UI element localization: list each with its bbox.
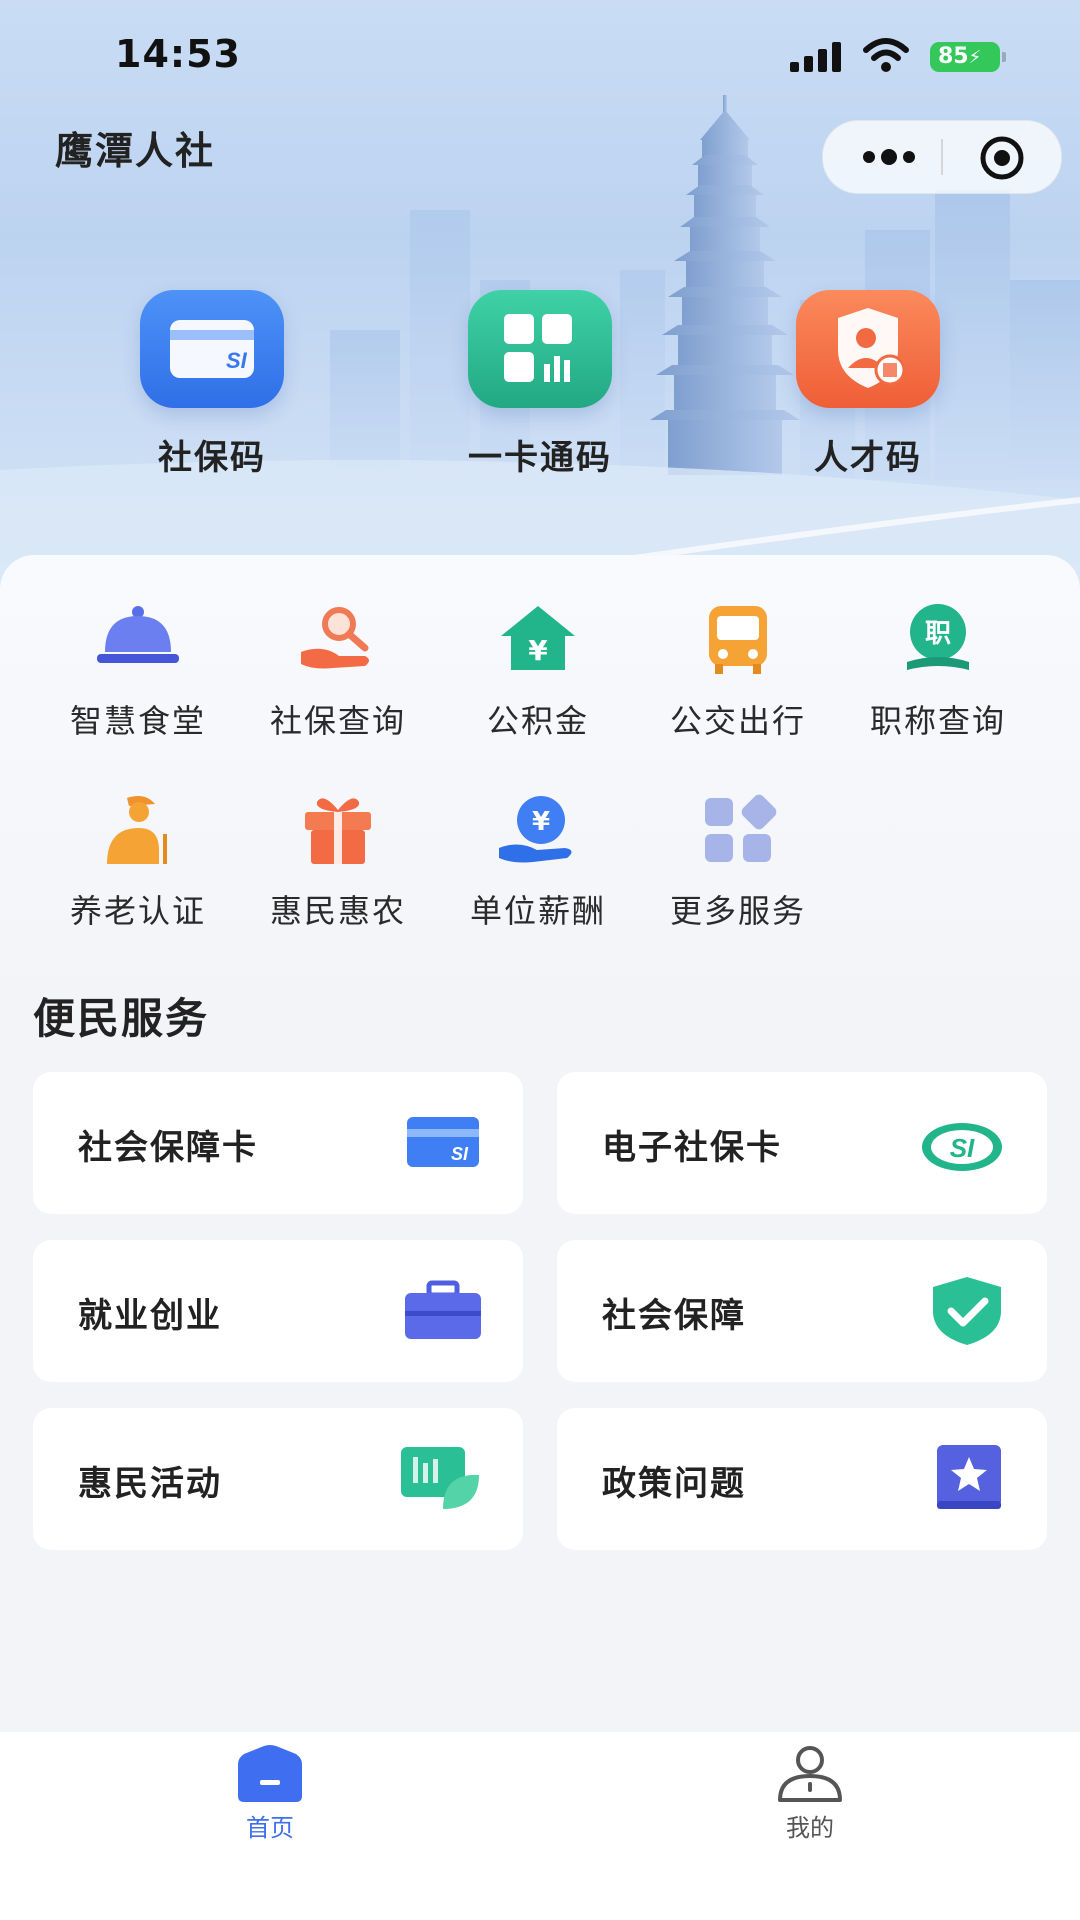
social-security-code-button[interactable]: SI 社保码 (92, 290, 332, 479)
app-title: 鹰潭人社 (55, 129, 216, 173)
si-logo-icon: SI (922, 1123, 1002, 1171)
talent-code-button[interactable]: 人才码 (748, 290, 988, 479)
code-label: 社保码 (158, 438, 266, 478)
electronic-social-security-card-button[interactable]: 电子社保卡 SI (557, 1072, 1047, 1214)
svg-text:¥: ¥ (532, 807, 550, 837)
service-label: 惠民惠农 (269, 892, 406, 930)
house-yuan-icon: ¥ (501, 606, 575, 670)
capsule-divider (941, 139, 943, 175)
svg-text:SI: SI (226, 348, 248, 373)
service-label: 社保查询 (269, 702, 406, 740)
tab-label: 我的 (786, 1814, 834, 1842)
bus-travel-button[interactable]: 公交出行 (638, 600, 838, 742)
leaf-chart-icon (401, 1447, 479, 1509)
svg-text:SI: SI (950, 1133, 975, 1163)
title-badge-icon: 职 (907, 604, 969, 670)
card-label: 惠民活动 (78, 1464, 222, 1504)
elderly-person-icon (107, 796, 167, 864)
service-label: 养老认证 (69, 892, 206, 930)
food-cloche-icon (97, 606, 179, 663)
employment-entrepreneurship-button[interactable]: 就业创业 (33, 1240, 523, 1382)
social-security-query-button[interactable]: 社保查询 (238, 600, 438, 742)
service-label: 职称查询 (869, 702, 1006, 740)
battery-level: 85 (938, 44, 969, 69)
svg-text:SI: SI (451, 1144, 469, 1164)
service-label: 单位薪酬 (469, 892, 606, 930)
smart-canteen-button[interactable]: 智慧食堂 (38, 600, 238, 742)
svg-text:¥: ¥ (528, 634, 548, 667)
bottom-tab-bar: 首页 我的 (0, 1732, 1080, 1920)
all-in-one-card-code-button[interactable]: 一卡通码 (420, 290, 660, 479)
housing-fund-button[interactable]: ¥ 公积金 (438, 600, 638, 742)
service-label: 公交出行 (669, 702, 806, 740)
benefit-people-farmers-button[interactable]: 惠民惠农 (238, 790, 438, 932)
hand-yuan-coin-icon: ¥ (499, 796, 572, 863)
benefit-activities-button[interactable]: 惠民活动 (33, 1408, 523, 1550)
status-bar: 14:53 85⚡ (0, 0, 1080, 110)
battery-indicator: 85⚡ (930, 42, 1006, 72)
card-label: 社会保障 (602, 1296, 746, 1336)
hero-banner: 14:53 85⚡ 鹰潭人社 SI 社保码 一卡通码 人才码 (0, 0, 1080, 600)
signal-icon (790, 42, 841, 72)
convenience-section-title: 便民服务 (33, 994, 210, 1043)
social-security-button[interactable]: 社会保障 (557, 1240, 1047, 1382)
code-label: 人才码 (814, 438, 922, 478)
mini-program-capsule (822, 120, 1062, 194)
card-label: 社会保障卡 (78, 1128, 258, 1168)
social-security-card-icon: SI (407, 1117, 479, 1167)
policy-questions-button[interactable]: 政策问题 (557, 1408, 1047, 1550)
card-label: 电子社保卡 (602, 1128, 782, 1168)
hand-magnifier-icon (301, 607, 369, 669)
card-label: 政策问题 (602, 1464, 746, 1504)
tab-label: 首页 (246, 1814, 294, 1842)
shield-check-icon (933, 1277, 1001, 1345)
service-label: 智慧食堂 (69, 702, 206, 740)
gift-icon (305, 798, 371, 864)
code-label: 一卡通码 (468, 438, 612, 478)
home-icon (238, 1745, 302, 1802)
shield-person-icon (796, 290, 940, 408)
svg-text:职: 职 (925, 619, 951, 649)
social-security-card-icon: SI (140, 290, 284, 408)
service-label: 更多服务 (669, 892, 806, 930)
status-time: 14:53 (115, 32, 241, 76)
service-label: 公积金 (486, 702, 589, 740)
tab-mine[interactable]: 我的 (540, 1732, 1080, 1920)
social-security-card-button[interactable]: 社会保障卡 SI (33, 1072, 523, 1214)
wifi-icon (863, 38, 909, 72)
unit-salary-button[interactable]: ¥ 单位薪酬 (438, 790, 638, 932)
star-book-icon (937, 1445, 1001, 1509)
person-icon (778, 1746, 842, 1802)
bus-icon (709, 606, 767, 674)
more-dots-icon[interactable] (861, 142, 917, 172)
grid-chart-icon (468, 290, 612, 408)
title-query-button[interactable]: 职 职称查询 (838, 600, 1038, 742)
target-icon[interactable] (979, 135, 1025, 181)
tab-home[interactable]: 首页 (0, 1732, 540, 1920)
more-apps-icon (705, 794, 777, 862)
more-services-button[interactable]: 更多服务 (638, 790, 838, 932)
card-label: 就业创业 (78, 1296, 222, 1336)
pension-certification-button[interactable]: 养老认证 (38, 790, 238, 932)
briefcase-icon (405, 1280, 481, 1339)
